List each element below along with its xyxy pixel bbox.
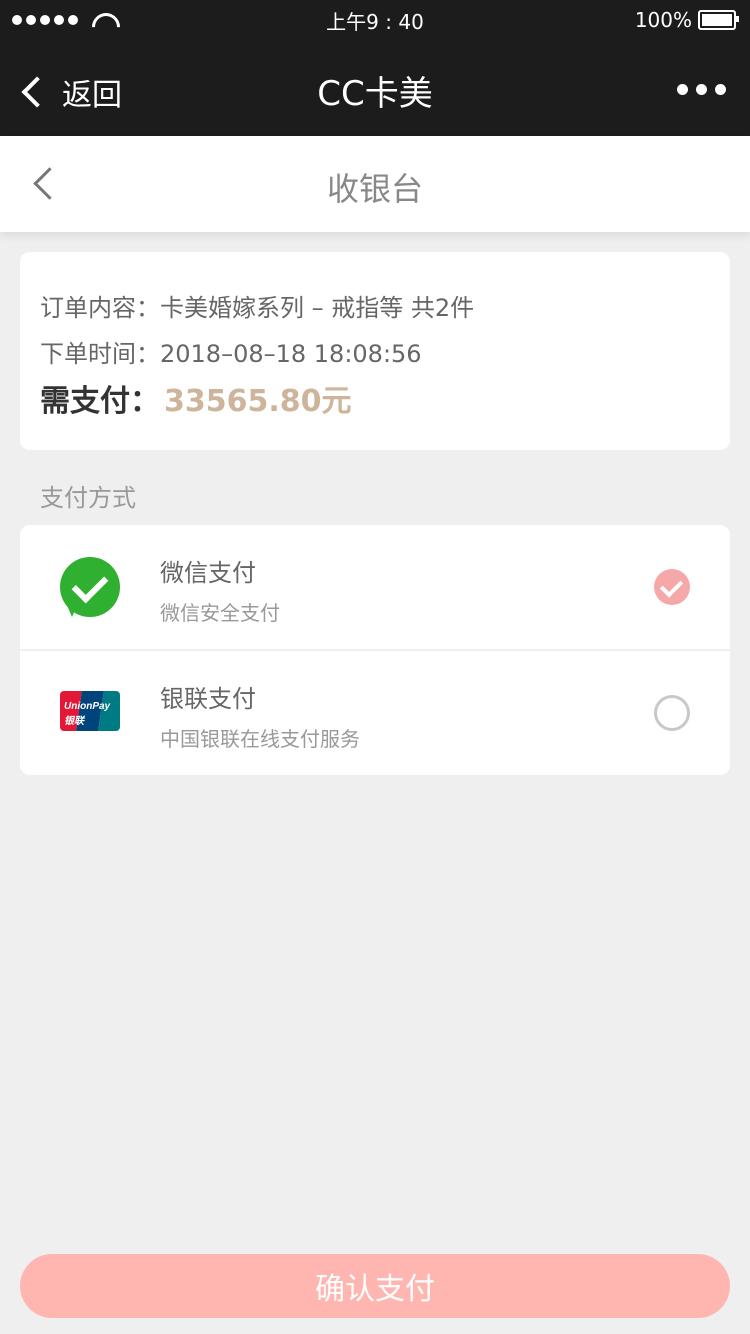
- page-header: 收银台: [0, 136, 750, 232]
- unionpay-icon: UnionPay 银联: [60, 683, 120, 743]
- more-dots-icon: [677, 84, 688, 95]
- payment-method-name: 银联支付: [160, 685, 256, 713]
- payment-method-name: 微信支付: [160, 559, 256, 587]
- order-time: 下单时间：2018–08–18 18:08:56: [40, 340, 422, 368]
- order-summary-card: 订单内容：卡美婚嫁系列 – 戒指等 共2件 下单时间：2018–08–18 18…: [20, 252, 730, 450]
- pay-amount: 33565.80元: [164, 384, 352, 419]
- navigation-bar: 返回 CC卡美: [0, 40, 750, 136]
- order-content: 订单内容：卡美婚嫁系列 – 戒指等 共2件: [40, 294, 475, 322]
- page-title: 收银台: [326, 170, 423, 208]
- payment-method-unionpay[interactable]: UnionPay 银联 银联支付 中国银联在线支付服务: [20, 651, 730, 775]
- payment-section-label: 支付方式: [40, 484, 136, 512]
- confirm-payment-button[interactable]: 确认支付: [20, 1254, 730, 1318]
- battery-icon: [698, 10, 739, 30]
- payment-method-list: 微信支付 微信安全支付 UnionPay 银联 银联支付 中国银联在线支付服务: [20, 525, 730, 775]
- status-time: 上午9 : 40: [326, 9, 424, 34]
- payment-method-wechat[interactable]: 微信支付 微信安全支付: [20, 525, 730, 651]
- more-menu-button[interactable]: [677, 84, 726, 95]
- payment-method-desc: 微信安全支付: [160, 601, 280, 625]
- radio-unchecked-icon[interactable]: [654, 695, 690, 731]
- wechat-pay-icon: [60, 557, 120, 617]
- status-bar: 上午9 : 40 100%: [0, 0, 750, 40]
- nav-title: CC卡美: [317, 74, 433, 114]
- payment-method-desc: 中国银联在线支付服务: [160, 727, 360, 751]
- radio-checked-icon[interactable]: [654, 569, 690, 605]
- pay-label: 需支付：: [40, 384, 160, 419]
